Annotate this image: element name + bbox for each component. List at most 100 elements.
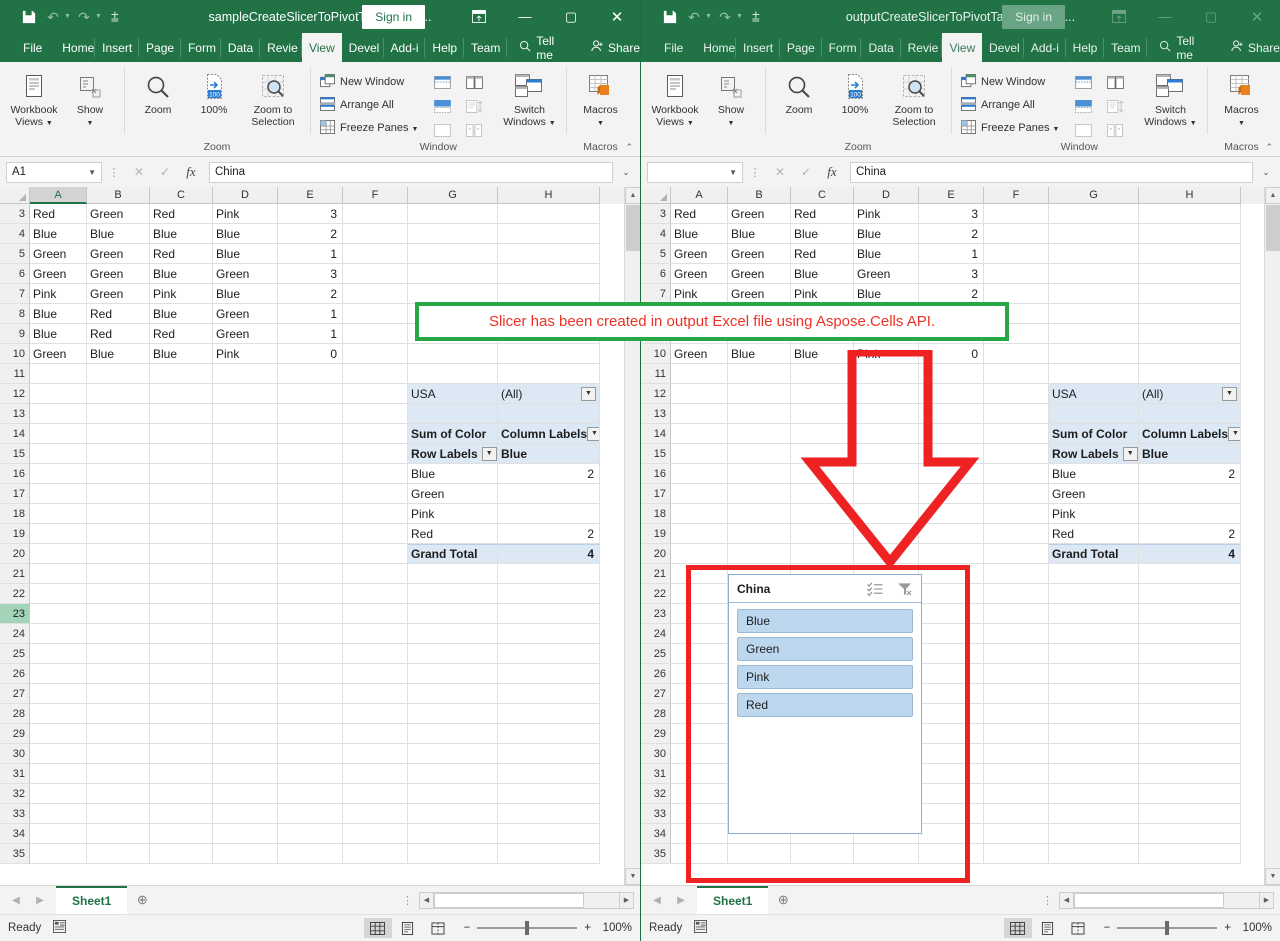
cell-C19[interactable]	[791, 524, 854, 544]
zoom-out-icon[interactable]: −	[1104, 922, 1111, 934]
cell-F13[interactable]	[984, 404, 1049, 424]
cell-B33[interactable]	[87, 804, 150, 824]
scroll-left-icon[interactable]: ◀	[1059, 892, 1074, 909]
minimize-icon[interactable]: —	[502, 0, 548, 33]
cell-H22[interactable]	[498, 584, 600, 604]
cell-B17[interactable]	[87, 484, 150, 504]
cell-G22[interactable]	[1049, 584, 1139, 604]
cell-H24[interactable]	[498, 624, 600, 644]
cell-E20[interactable]	[919, 544, 984, 564]
tab-help[interactable]: Help	[1066, 33, 1105, 62]
cell-E35[interactable]	[919, 844, 984, 864]
scroll-right-icon[interactable]: ▶	[1259, 892, 1274, 909]
cell-B19[interactable]	[87, 524, 150, 544]
row-header-30[interactable]: 30	[641, 744, 671, 764]
cell-A26[interactable]	[30, 664, 87, 684]
cell-E16[interactable]	[919, 464, 984, 484]
cell-C5[interactable]: Red	[150, 244, 213, 264]
cell-A27[interactable]	[671, 684, 728, 704]
pivot-filter-dropdown-icon[interactable]: ▼	[1222, 387, 1237, 401]
cell-G7[interactable]	[408, 284, 498, 304]
cell-A21[interactable]	[671, 564, 728, 584]
cell-D20[interactable]	[213, 544, 278, 564]
zoom-out-icon[interactable]: −	[464, 922, 471, 934]
cell-D12[interactable]	[213, 384, 278, 404]
cell-B20[interactable]	[728, 544, 791, 564]
cell-C13[interactable]	[791, 404, 854, 424]
zoom-slider-thumb[interactable]	[1165, 921, 1169, 935]
cell-B13[interactable]	[87, 404, 150, 424]
pivot-row-labels[interactable]: Row Labels▼	[1049, 444, 1139, 464]
cell-C3[interactable]: Red	[150, 204, 213, 224]
cell-B17[interactable]	[728, 484, 791, 504]
column-header-f[interactable]: F	[343, 187, 408, 204]
column-header-f[interactable]: F	[984, 187, 1049, 204]
cell-C5[interactable]: Red	[791, 244, 854, 264]
cell-E11[interactable]	[278, 364, 343, 384]
cell-G31[interactable]	[408, 764, 498, 784]
cell-H30[interactable]	[498, 744, 600, 764]
cell-A17[interactable]	[30, 484, 87, 504]
redo-icon[interactable]: ↷	[714, 6, 736, 28]
cell-F10[interactable]	[984, 344, 1049, 364]
cell-A8[interactable]: Blue	[30, 304, 87, 324]
row-header-27[interactable]: 27	[641, 684, 671, 704]
cell-G33[interactable]	[1049, 804, 1139, 824]
ribbon-display-options-icon[interactable]	[1096, 0, 1142, 33]
cell-F35[interactable]	[984, 844, 1049, 864]
cell-F22[interactable]	[343, 584, 408, 604]
cell-A31[interactable]	[30, 764, 87, 784]
row-header-4[interactable]: 4	[641, 224, 671, 244]
horizontal-scrollbar[interactable]: ◀ ▶	[1059, 892, 1274, 909]
cell-B6[interactable]: Green	[87, 264, 150, 284]
share-button[interactable]: Share	[1230, 33, 1280, 62]
collapse-ribbon-icon[interactable]: ⌃	[625, 142, 633, 153]
cell-A22[interactable]	[30, 584, 87, 604]
cell-H30[interactable]	[1139, 744, 1241, 764]
row-header-4[interactable]: 4	[0, 224, 30, 244]
row-header-25[interactable]: 25	[641, 644, 671, 664]
cell-B18[interactable]	[728, 504, 791, 524]
cell-E5[interactable]: 1	[919, 244, 984, 264]
cell-A11[interactable]	[30, 364, 87, 384]
cell-G30[interactable]	[408, 744, 498, 764]
cell-D10[interactable]: Pink	[854, 344, 919, 364]
cell-F14[interactable]	[343, 424, 408, 444]
cell-F31[interactable]	[984, 764, 1049, 784]
tab-home[interactable]: Home	[55, 33, 95, 62]
cell-H10[interactable]	[1139, 344, 1241, 364]
slicer-item[interactable]: Red	[737, 693, 913, 717]
arrange-all-button[interactable]: Arrange All	[316, 95, 422, 115]
cell-H24[interactable]	[1139, 624, 1241, 644]
tab-file[interactable]: File	[10, 33, 55, 62]
cell-B24[interactable]	[87, 624, 150, 644]
cell-E7[interactable]: 2	[919, 284, 984, 304]
cell-F17[interactable]	[984, 484, 1049, 504]
cell-E13[interactable]	[919, 404, 984, 424]
cell-A19[interactable]	[30, 524, 87, 544]
cell-E33[interactable]	[278, 804, 343, 824]
cell-D18[interactable]	[213, 504, 278, 524]
slicer-item[interactable]: Pink	[737, 665, 913, 689]
scroll-up-icon[interactable]: ▲	[1265, 187, 1280, 204]
share-button[interactable]: Share	[590, 33, 640, 62]
cell-A26[interactable]	[671, 664, 728, 684]
cell-F32[interactable]	[343, 784, 408, 804]
cell-A10[interactable]: Green	[30, 344, 87, 364]
pivot-row-item[interactable]: Blue	[408, 464, 498, 484]
cell-H26[interactable]	[1139, 664, 1241, 684]
cell-E5[interactable]: 1	[278, 244, 343, 264]
minimize-icon[interactable]: —	[1142, 0, 1188, 33]
cell-D33[interactable]	[213, 804, 278, 824]
cell-A29[interactable]	[671, 724, 728, 744]
cell-G34[interactable]	[1049, 824, 1139, 844]
cell-A23[interactable]	[671, 604, 728, 624]
row-header-22[interactable]: 22	[641, 584, 671, 604]
cell-D14[interactable]	[854, 424, 919, 444]
pivot-filter-value[interactable]: (All)▼	[498, 384, 600, 404]
cell-H6[interactable]	[498, 264, 600, 284]
cell-C27[interactable]	[150, 684, 213, 704]
cell-B6[interactable]: Green	[728, 264, 791, 284]
cell-D34[interactable]	[213, 824, 278, 844]
cell-D5[interactable]: Blue	[854, 244, 919, 264]
